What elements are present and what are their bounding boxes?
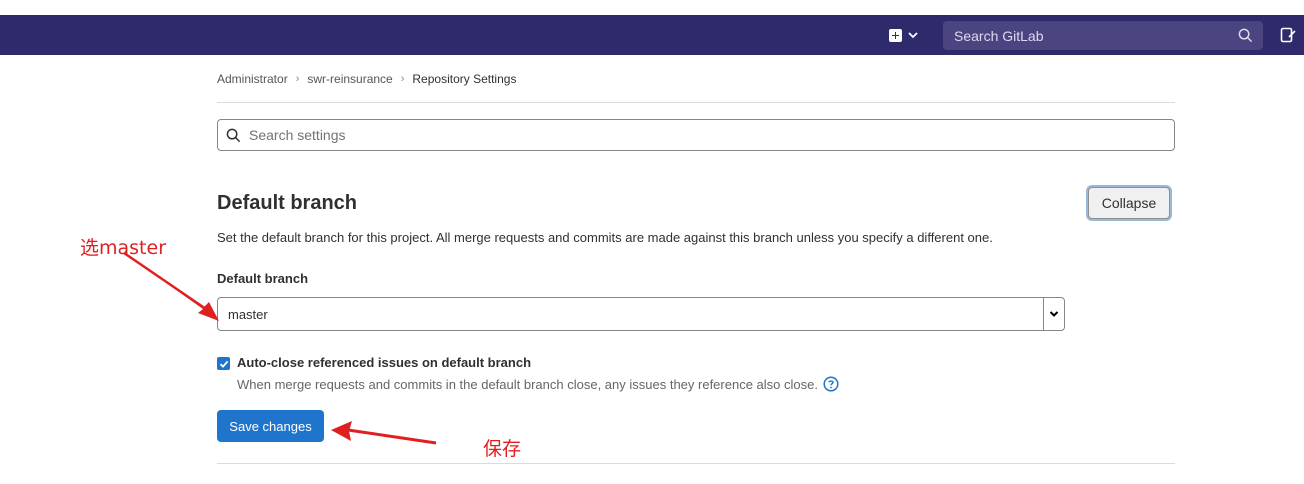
todo-icon[interactable] xyxy=(1280,27,1296,43)
save-changes-button[interactable]: Save changes xyxy=(217,410,324,442)
auto-close-help-text: When merge requests and commits in the d… xyxy=(237,376,839,392)
divider xyxy=(217,463,1175,464)
settings-search-input[interactable] xyxy=(247,126,1151,144)
default-branch-value: master xyxy=(228,306,268,322)
chevron-right-icon: › xyxy=(400,73,405,85)
chevron-down-icon xyxy=(1043,298,1064,330)
divider xyxy=(217,102,1175,103)
collapse-button[interactable]: Collapse xyxy=(1088,187,1170,219)
annotation-save: 保存 xyxy=(483,438,522,460)
breadcrumb-item-administrator[interactable]: Administrator xyxy=(217,72,288,86)
section-description: Set the default branch for this project.… xyxy=(217,230,993,245)
chevron-down-icon xyxy=(908,32,918,39)
global-search-input[interactable] xyxy=(952,26,1226,45)
plus-square-icon xyxy=(889,28,902,42)
default-branch-label: Default branch xyxy=(217,271,309,286)
annotation-arrow-to-select xyxy=(123,251,219,321)
global-search[interactable] xyxy=(943,21,1263,50)
search-icon xyxy=(226,128,241,142)
auto-close-help-text-content: When merge requests and commits in the d… xyxy=(237,376,818,392)
chevron-right-icon: › xyxy=(295,73,300,85)
breadcrumb-item-project[interactable]: swr-reinsurance xyxy=(307,72,392,86)
new-menu-button[interactable] xyxy=(889,27,925,43)
annotation-arrow-to-save xyxy=(331,421,437,445)
question-circle-icon[interactable] xyxy=(823,376,839,392)
settings-search[interactable] xyxy=(217,119,1175,151)
auto-close-checkbox[interactable] xyxy=(217,357,230,370)
checkmark-icon xyxy=(219,360,228,368)
top-navbar xyxy=(0,15,1304,55)
search-icon[interactable] xyxy=(1238,28,1253,43)
auto-close-label[interactable]: Auto-close referenced issues on default … xyxy=(237,355,531,370)
breadcrumb-item-current[interactable]: Repository Settings xyxy=(412,72,516,86)
breadcrumb: Administrator › swr-reinsurance › Reposi… xyxy=(217,72,516,86)
default-branch-select[interactable]: master xyxy=(217,297,1065,331)
annotation-select-master: 选master xyxy=(80,237,167,259)
section-title: Default branch xyxy=(217,192,358,214)
